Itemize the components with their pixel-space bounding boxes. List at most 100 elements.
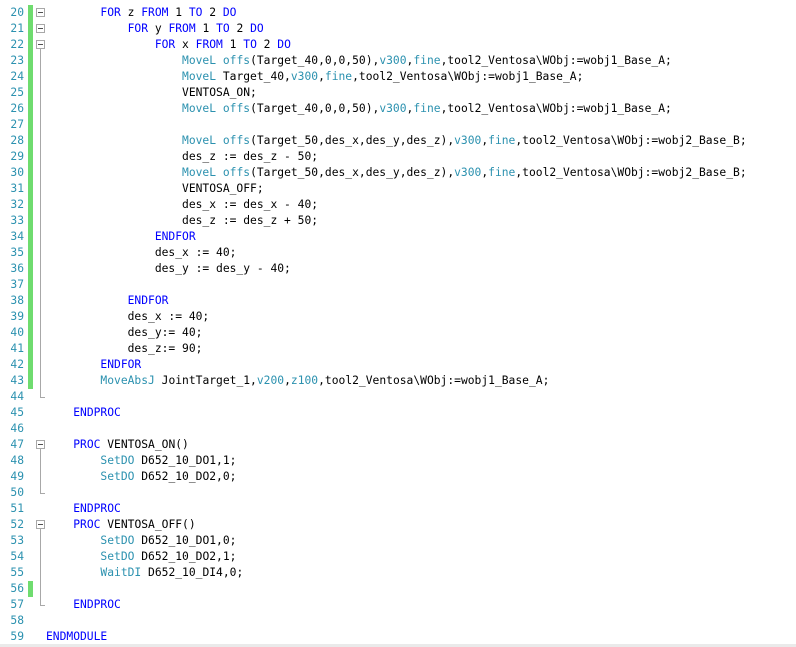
code-line[interactable]: 39 des_x := 40; — [0, 309, 796, 325]
code-text: VENTOSA_OFF; — [46, 181, 264, 197]
code-line[interactable]: 25 VENTOSA_ON; — [0, 85, 796, 101]
code-line[interactable]: 37 — [0, 277, 796, 293]
code-line[interactable]: 50 — [0, 485, 796, 501]
code-line[interactable]: 42 ENDFOR — [0, 357, 796, 373]
code-token: 1 — [222, 38, 244, 51]
code-line[interactable]: 55 WaitDI D652_10_DI4,0; — [0, 565, 796, 581]
collapse-icon[interactable] — [36, 440, 45, 449]
line-number: 57 — [10, 598, 24, 611]
identifier-token: MoveL — [182, 54, 217, 67]
code-line[interactable]: 36 des_y := des_y - 40; — [0, 261, 796, 277]
modified-line-marker — [28, 373, 33, 389]
modified-line-marker — [28, 117, 33, 133]
code-token: 2 — [202, 6, 223, 19]
code-line[interactable]: 29 des_z := des_z - 50; — [0, 149, 796, 165]
code-token: , — [284, 374, 291, 387]
identifier-token: v300 — [379, 102, 407, 115]
code-line[interactable]: 57 ENDPROC — [0, 597, 796, 613]
code-token: VENTOSA_ON; — [46, 86, 257, 99]
code-line[interactable]: 54 SetDO D652_10_DO2,1; — [0, 549, 796, 565]
code-token: 1 — [168, 6, 189, 19]
code-line[interactable]: 58 — [0, 613, 796, 629]
code-line[interactable]: 48 SetDO D652_10_DO1,1; — [0, 453, 796, 469]
code-line[interactable]: 51 ENDPROC — [0, 501, 796, 517]
code-line[interactable]: 27 — [0, 117, 796, 133]
code-line[interactable]: 20 FOR z FROM 1 TO 2 DO — [0, 5, 796, 21]
code-editor[interactable]: 20 FOR z FROM 1 TO 2 DO 21 FOR y FROM 1 T… — [0, 0, 796, 647]
code-text: MoveL offs(Target_50,des_x,des_y,des_z),… — [46, 133, 747, 149]
collapse-icon[interactable] — [36, 8, 45, 17]
code-line[interactable]: 53 SetDO D652_10_DO1,0; — [0, 533, 796, 549]
line-number: 39 — [10, 310, 24, 323]
code-text: MoveAbsJ JointTarget_1,v200,z100,tool2_V… — [46, 373, 549, 389]
code-line[interactable]: 32 des_x := des_x - 40; — [0, 197, 796, 213]
keyword-token: TO — [216, 22, 230, 35]
code-token: ,tool2_Ventosa\WObj:=wobj1_Base_A; — [318, 374, 550, 387]
code-token: (Target_40,0,0,50), — [250, 54, 380, 67]
line-number: 56 — [10, 582, 24, 595]
code-line[interactable]: 33 des_z := des_z + 50; — [0, 213, 796, 229]
line-number: 31 — [10, 182, 24, 195]
code-line[interactable]: 21 FOR y FROM 1 TO 2 DO — [0, 21, 796, 37]
line-number: 21 — [10, 22, 24, 35]
code-line[interactable]: 46 — [0, 421, 796, 437]
modified-line-marker — [28, 309, 33, 325]
code-line[interactable]: 30 MoveL offs(Target_50,des_x,des_y,des_… — [0, 165, 796, 181]
keyword-token: TO — [243, 38, 257, 51]
code-token: des_y := des_y - 40; — [46, 262, 291, 275]
modified-line-marker — [28, 5, 33, 21]
collapse-icon[interactable] — [36, 520, 45, 529]
modified-line-marker — [28, 213, 33, 229]
code-line[interactable]: 23 MoveL offs(Target_40,0,0,50),v300,fin… — [0, 53, 796, 69]
code-text: SetDO D652_10_DO2,1; — [46, 549, 236, 565]
code-line[interactable]: 44 — [0, 389, 796, 405]
code-line[interactable]: 52 PROC VENTOSA_OFF() — [0, 517, 796, 533]
code-text: MoveL offs(Target_50,des_x,des_y,des_z),… — [46, 165, 747, 181]
modified-line-marker — [28, 261, 33, 277]
line-number: 44 — [10, 390, 24, 403]
code-line[interactable]: 45 ENDPROC — [0, 405, 796, 421]
code-text: ENDPROC — [46, 405, 121, 421]
line-number: 23 — [10, 54, 24, 67]
identifier-token: MoveL — [182, 166, 217, 179]
line-number: 47 — [10, 438, 24, 451]
code-line[interactable]: 26 MoveL offs(Target_40,0,0,50),v300,fin… — [0, 101, 796, 117]
code-line[interactable]: 31 VENTOSA_OFF; — [0, 181, 796, 197]
code-line[interactable]: 40 des_y:= 40; — [0, 325, 796, 341]
fold-end-tick — [40, 493, 45, 494]
code-line[interactable]: 24 MoveL Target_40,v300,fine,tool2_Vento… — [0, 69, 796, 85]
line-number: 51 — [10, 502, 24, 515]
code-token: 2 — [256, 38, 278, 51]
code-line[interactable]: 22 FOR x FROM 1 TO 2 DO — [0, 37, 796, 53]
keyword-token: PROC — [73, 438, 101, 451]
code-line[interactable]: 34 ENDFOR — [0, 229, 796, 245]
code-line[interactable]: 47 PROC VENTOSA_ON() — [0, 437, 796, 453]
code-token: JointTarget_1, — [154, 374, 257, 387]
code-line[interactable]: 43 MoveAbsJ JointTarget_1,v200,z100,tool… — [0, 373, 796, 389]
code-line[interactable]: 49 SetDO D652_10_DO2,0; — [0, 469, 796, 485]
line-number: 32 — [10, 198, 24, 211]
line-number: 37 — [10, 278, 24, 291]
code-line[interactable]: 38 ENDFOR — [0, 293, 796, 309]
collapse-icon[interactable] — [36, 24, 45, 33]
code-text: ENDPROC — [46, 501, 121, 517]
code-line[interactable]: 28 MoveL offs(Target_50,des_x,des_y,des_… — [0, 133, 796, 149]
code-line[interactable]: 59 ENDMODULE — [0, 629, 796, 645]
identifier-token: SetDO — [100, 534, 135, 547]
code-line[interactable]: 35 des_x := 40; — [0, 245, 796, 261]
code-token: ,tool2_Ventosa\WObj:=wobj1_Base_A; — [440, 102, 672, 115]
identifier-token: v300 — [379, 54, 407, 67]
code-text: des_z := des_z + 50; — [46, 213, 318, 229]
modified-line-marker — [28, 293, 33, 309]
line-number: 33 — [10, 214, 24, 227]
line-number: 48 — [10, 454, 24, 467]
collapse-icon[interactable] — [36, 40, 45, 49]
identifier-token: v300 — [290, 70, 319, 83]
code-line[interactable]: 41 des_z:= 90; — [0, 341, 796, 357]
code-line[interactable]: 56 — [0, 581, 796, 597]
